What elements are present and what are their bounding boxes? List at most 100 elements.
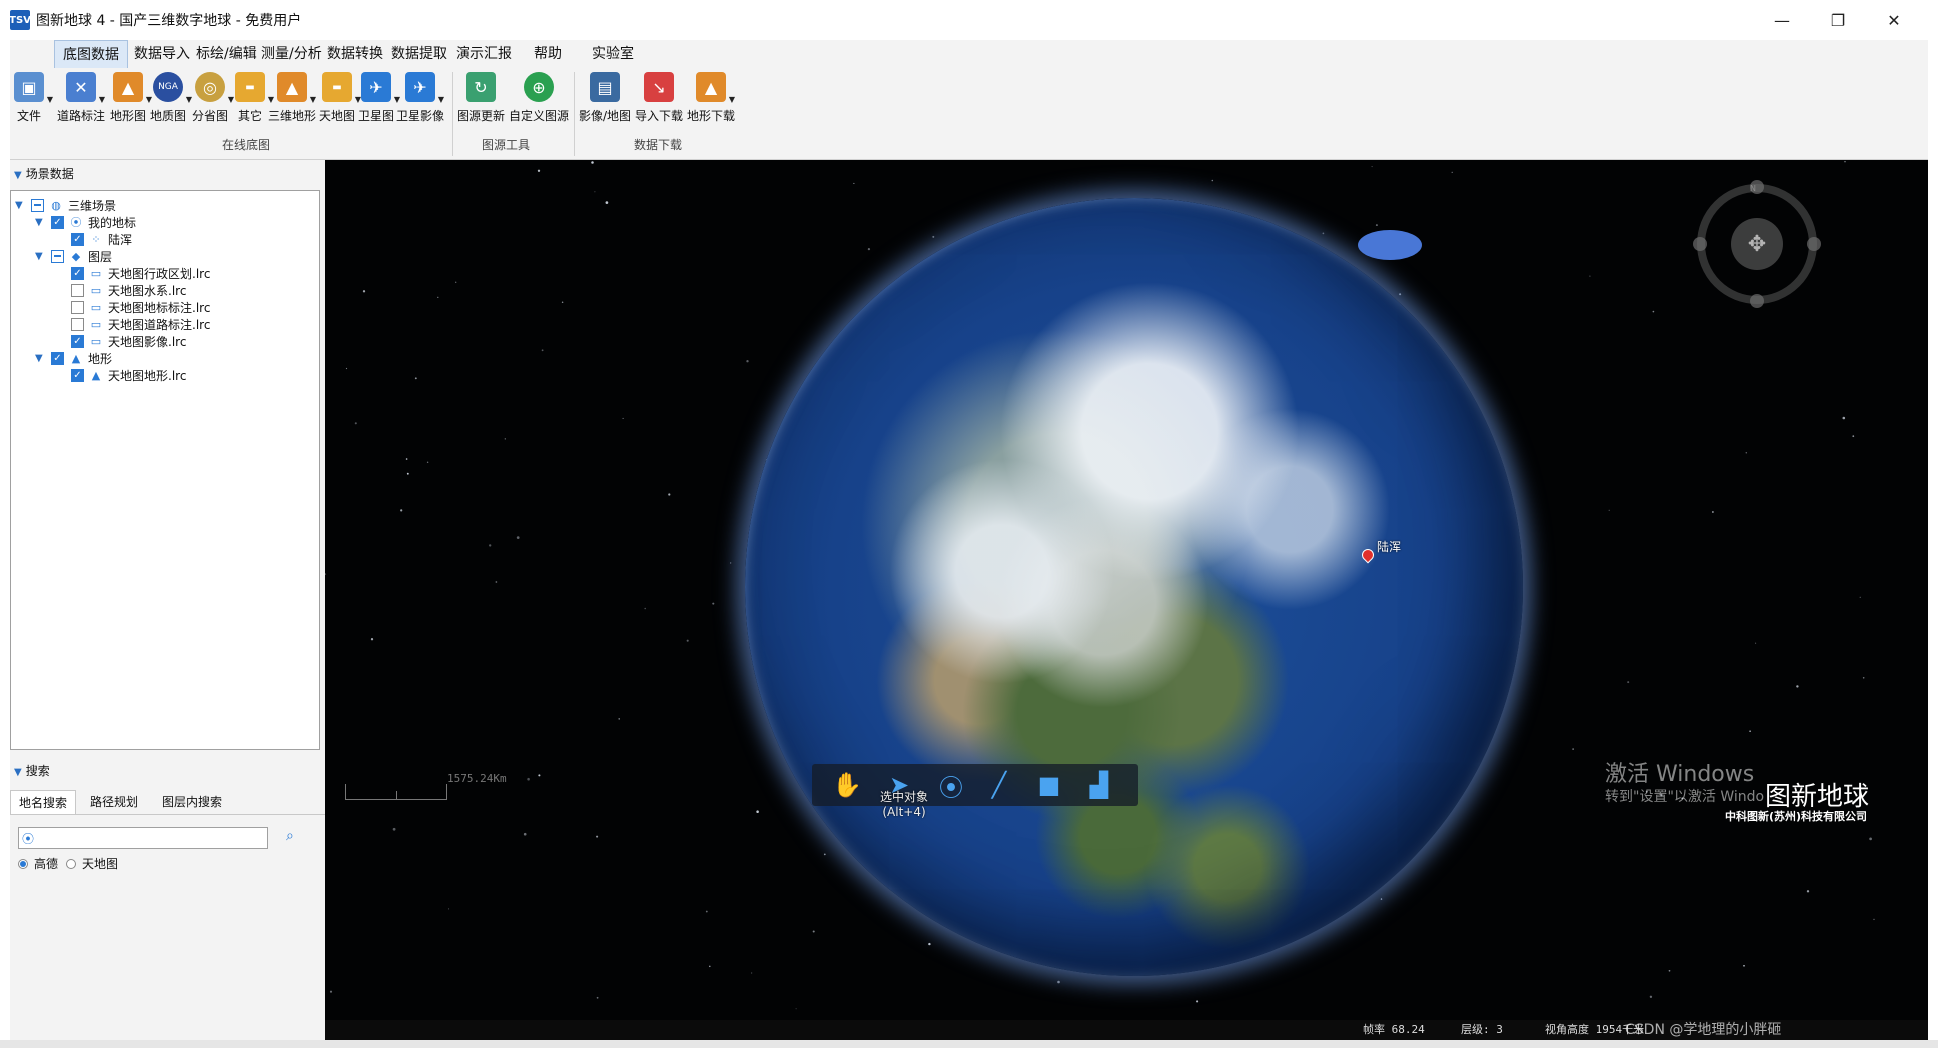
tree-checkbox[interactable] <box>71 300 84 314</box>
star <box>370 638 374 641</box>
star <box>1649 995 1653 998</box>
radio-gaode[interactable]: 高德 <box>18 855 58 872</box>
line-icon[interactable]: ╱ <box>984 770 1014 800</box>
geology-map-button[interactable]: NGA ▼ 地质图 <box>148 70 192 130</box>
search-icon[interactable]: ⌕ <box>286 828 294 844</box>
file-icon: ▣ ▼ <box>14 72 53 104</box>
radio-tianditu[interactable]: 天地图 <box>66 855 118 872</box>
minimize-button[interactable]: — <box>1754 0 1810 40</box>
scene-data-header[interactable]: ▼ 场景数据 <box>10 163 74 185</box>
road-label-button[interactable]: ✕ ▼ 道路标注 <box>57 70 105 130</box>
image-map-button[interactable]: ▤ 影像/地图 <box>578 70 632 130</box>
star <box>561 301 564 304</box>
expand-triangle-icon[interactable]: ▼ <box>35 251 47 262</box>
tree-checkbox[interactable]: ✓ <box>51 215 64 229</box>
polygon-icon[interactable]: ■ <box>1034 770 1064 800</box>
tree-checkbox[interactable] <box>71 317 84 331</box>
search-header[interactable]: ▼ 搜索 <box>10 760 50 782</box>
star <box>712 602 715 605</box>
star <box>541 349 544 352</box>
tree-node[interactable]: ✓ ▲ 天地图地形.lrc <box>67 365 186 385</box>
placemark-icon[interactable]: ⦿ <box>936 770 966 802</box>
satellite-map-text: 卫星图 <box>357 109 394 123</box>
earth-globe[interactable]: 陆浑 <box>745 198 1523 976</box>
star <box>730 562 732 564</box>
file-button[interactable]: ▣ ▼ 文件 <box>12 70 53 130</box>
tree-checkbox[interactable]: ✓ <box>71 368 84 382</box>
star <box>1859 596 1861 598</box>
placemark-pin-icon[interactable] <box>1359 546 1377 564</box>
tab-place-search[interactable]: 地名搜索 <box>10 790 77 814</box>
layers-icon: ◆ <box>71 249 81 263</box>
activation-watermark: 激活 Windows <box>1605 762 1755 787</box>
star <box>823 853 826 856</box>
tab-basemap-data[interactable]: 底图数据 <box>54 40 128 68</box>
source-update-button[interactable]: ↻ 图源更新 <box>456 70 506 130</box>
star <box>1842 416 1846 420</box>
tab-data-extract[interactable]: 数据提取 <box>383 40 455 68</box>
import-download-icon: ↘ <box>644 72 674 102</box>
star <box>1712 511 1714 513</box>
compass-knob[interactable] <box>1750 294 1764 308</box>
tree-checkbox[interactable]: ✓ <box>51 351 64 365</box>
chart-add-icon[interactable]: ▟ <box>1084 770 1114 800</box>
other-button[interactable]: ▬ ▼ 其它 <box>232 70 274 130</box>
radio-dot[interactable] <box>66 858 76 869</box>
radio-dot[interactable] <box>18 858 28 869</box>
search-input[interactable] <box>18 827 268 849</box>
pan-arrows-icon[interactable]: ✥ <box>1731 218 1783 270</box>
collapse-triangle-icon: ▼ <box>14 767 22 778</box>
monitor-icon: ▭ <box>90 300 102 314</box>
monitor-icon: ▭ <box>90 283 102 297</box>
tree-checkbox[interactable]: ✓ <box>71 232 84 246</box>
expand-triangle-icon[interactable]: ▼ <box>35 217 47 228</box>
hand-icon[interactable]: ✋ <box>832 770 862 800</box>
placemark-label: 陆浑 <box>1377 540 1402 554</box>
compass-knob[interactable] <box>1750 180 1764 194</box>
tianditu-button[interactable]: ▬ ▼ 天地图 <box>317 70 361 130</box>
tree-checkbox[interactable] <box>71 283 84 297</box>
compass-knob[interactable] <box>1693 237 1707 251</box>
star <box>437 296 439 298</box>
star <box>516 536 520 539</box>
satellite-image-button[interactable]: ✈ ▼ 卫星影像 <box>396 70 444 130</box>
tab-help[interactable]: 帮助 <box>526 40 570 68</box>
navigation-compass[interactable]: N ✥ <box>1693 180 1821 308</box>
expand-triangle-icon[interactable]: ▼ <box>35 353 47 364</box>
compass-knob[interactable] <box>1807 237 1821 251</box>
expand-triangle-icon[interactable]: ▼ <box>15 200 27 211</box>
tab-layer-search[interactable]: 图层内搜索 <box>154 790 230 814</box>
company-name: 中科图新(苏州)科技有限公司 <box>1725 810 1868 823</box>
tree-checkbox[interactable]: ✓ <box>71 266 84 280</box>
import-download-button[interactable]: ↘ 导入下载 <box>634 70 684 130</box>
star <box>1873 918 1875 921</box>
globe-viewport[interactable]: 陆浑 N ✥ 1575.24Km ✋ ➤ ⦿ ╱ ■ ▟ 选中对象 (Alt+4… <box>325 160 1928 1040</box>
terrain-download-button[interactable]: ▲ ▼ 地形下载 <box>686 70 736 130</box>
custom-source-button[interactable]: ⊕ 自定义图源 <box>508 70 570 130</box>
tab-data-convert[interactable]: 数据转换 <box>319 40 391 68</box>
star <box>329 990 333 993</box>
tab-presentation[interactable]: 演示汇报 <box>448 40 520 68</box>
tab-route-planning[interactable]: 路径规划 <box>82 790 146 814</box>
star <box>1380 898 1383 900</box>
star <box>751 972 753 974</box>
star <box>414 377 417 380</box>
province-map-button[interactable]: ◎ ▼ 分省图 <box>190 70 234 130</box>
maximize-button[interactable]: ❐ <box>1810 0 1866 40</box>
star <box>362 290 366 293</box>
star <box>1796 685 1799 688</box>
close-button[interactable]: ✕ <box>1866 0 1922 40</box>
star <box>1057 980 1060 984</box>
star <box>1862 677 1865 679</box>
activation-watermark-hint: 转到"设置"以激活 Windo <box>1605 789 1765 805</box>
ribbon-separator <box>452 72 453 156</box>
tree-checkbox[interactable]: ✓ <box>71 334 84 348</box>
terrain-map-button[interactable]: ▲ ▼ 地形图 <box>108 70 152 130</box>
tab-lab[interactable]: 实验室 <box>584 40 642 68</box>
custom-source-icon: ⊕ <box>524 72 554 102</box>
tree-checkbox[interactable] <box>51 249 64 263</box>
satellite-image-icon: ✈ ▼ <box>405 72 444 104</box>
3d-terrain-button[interactable]: ▲ ▼ 三维地形 <box>268 70 316 130</box>
tree-checkbox[interactable] <box>31 198 44 212</box>
satellite-map-button[interactable]: ✈ ▼ 卫星图 <box>356 70 400 130</box>
